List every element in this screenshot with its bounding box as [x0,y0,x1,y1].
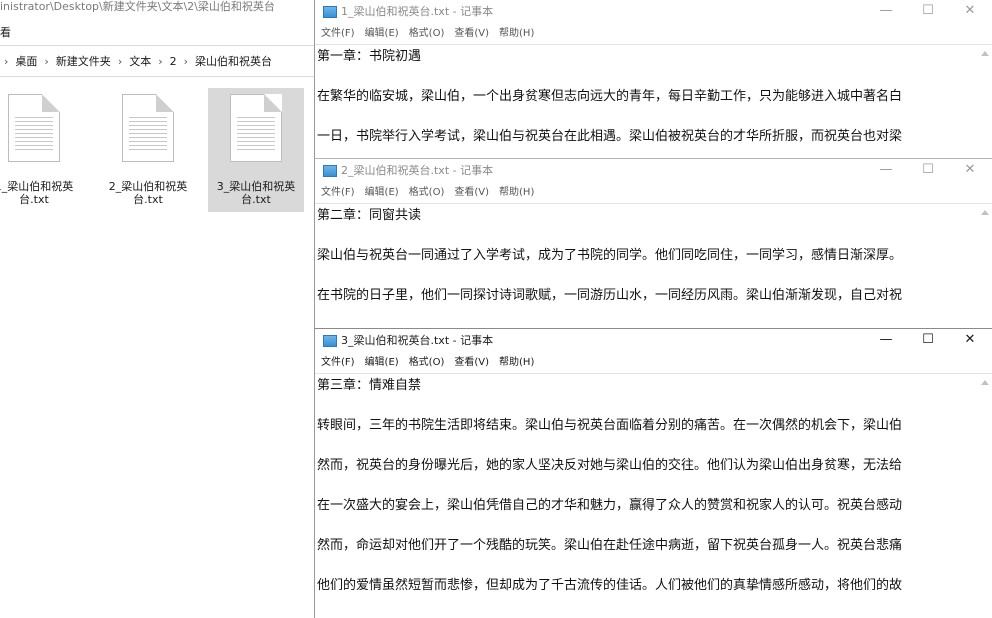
text-line: 第一章：书院初遇 [317,49,422,64]
file-label: 1_梁山伯和祝英 台.txt [0,180,74,206]
text-file-icon [230,94,282,162]
close-button[interactable]: ✕ [949,329,991,353]
text-line: 他们的爱情虽然短暂而悲惨，但却成为了千古流传的佳话。人们被他们的真挚情感所感动，… [317,578,903,593]
menu-format[interactable]: 格式(O) [409,183,445,203]
view-menu[interactable]: 看 [0,24,11,40]
text-line: 在一次盛大的宴会上，梁山伯凭借自己的才华和魅力，赢得了众人的赞赏和祝家人的认可。… [317,498,903,513]
menu-file[interactable]: 文件(F) [321,24,355,44]
text-line: 在繁华的临安城，梁山伯，一个出身贫寒但志向远大的青年，每日辛勤工作，只为能够进入… [317,89,903,104]
minimize-button[interactable]: — [865,0,907,24]
text-line: 梁山伯与祝英台一同通过了入学考试，成为了书院的同学。他们同吃同住，一同学习，感情… [317,248,903,263]
menu-help[interactable]: 帮助(H) [499,353,534,373]
chevron-right-icon: › [117,54,123,68]
breadcrumb: › 桌面 › 新建文件夹 › 文本 › 2 › 梁山伯和祝英台 [0,45,315,77]
menu-edit[interactable]: 编辑(E) [365,353,399,373]
text-area[interactable]: 第三章：情难自禁 转眼间，三年的书院生活即将结束。梁山伯与祝英台面临着分别的痛苦… [315,373,992,617]
window-title: 3_梁山伯和祝英台.txt - 记事本 [341,334,494,347]
file-item-2[interactable]: 2_梁山伯和祝英 台.txt [100,88,196,212]
file-item-1[interactable]: 1_梁山伯和祝英 台.txt [0,88,82,212]
notepad-window-1[interactable]: 1_梁山伯和祝英台.txt - 记事本 — ☐ ✕ 文件(F) 编辑(E) 格式… [314,0,992,158]
menu-bar: 文件(F) 编辑(E) 格式(O) 查看(V) 帮助(H) [315,183,992,203]
text-file-icon [8,94,60,162]
text-line: 一日，书院举行入学考试，梁山伯与祝英台在此相遇。梁山伯被祝英台的才华所折服，而祝… [317,129,903,144]
maximize-button[interactable]: ☐ [907,0,949,24]
notepad-icon [323,165,337,177]
text-line: 第二章：同窗共读 [317,208,422,223]
text-line: 然而，祝英台的身份曝光后，她的家人坚决反对她与梁山伯的交往。他们认为梁山伯出身贫… [317,458,903,473]
close-button[interactable]: ✕ [949,0,991,24]
scroll-up-arrow-icon[interactable] [981,210,989,215]
menu-edit[interactable]: 编辑(E) [365,183,399,203]
menu-file[interactable]: 文件(F) [321,353,355,373]
text-line: 转眼间，三年的书院生活即将结束。梁山伯与祝英台面临着分别的痛苦。在一次偶然的机会… [317,418,903,433]
scroll-up-arrow-icon[interactable] [981,51,989,56]
chevron-right-icon: › [4,54,9,68]
notepad-icon [323,335,337,347]
notepad-window-2[interactable]: 2_梁山伯和祝英台.txt - 记事本 — ☐ ✕ 文件(F) 编辑(E) 格式… [314,158,992,328]
menu-format[interactable]: 格式(O) [409,353,445,373]
chevron-right-icon: › [158,54,163,68]
title-bar[interactable]: 1_梁山伯和祝英台.txt - 记事本 — ☐ ✕ [315,0,992,24]
menu-edit[interactable]: 编辑(E) [365,24,399,44]
breadcrumb-new-folder[interactable]: 新建文件夹 [56,53,111,69]
menu-view[interactable]: 查看(V) [454,24,489,44]
title-bar[interactable]: 3_梁山伯和祝英台.txt - 记事本 — ☐ ✕ [315,329,992,353]
breadcrumb-current-folder[interactable]: 梁山伯和祝英台 [195,53,272,69]
text-line: 然而，命运却对他们开了一个残酷的玩笑。梁山伯在赴任途中病逝，留下祝英台孤身一人。… [317,538,903,553]
notepad-window-3[interactable]: 3_梁山伯和祝英台.txt - 记事本 — ☐ ✕ 文件(F) 编辑(E) 格式… [314,328,992,618]
scroll-up-arrow-icon[interactable] [981,380,989,385]
window-title: 1_梁山伯和祝英台.txt - 记事本 [341,5,494,18]
chevron-right-icon: › [44,54,49,68]
close-button[interactable]: ✕ [949,159,991,183]
breadcrumb-text[interactable]: 文本 [129,53,151,69]
window-title: 2_梁山伯和祝英台.txt - 记事本 [341,164,494,177]
menu-bar: 文件(F) 编辑(E) 格式(O) 查看(V) 帮助(H) [315,24,992,44]
file-label: 3_梁山伯和祝英 台.txt [216,180,296,206]
breadcrumb-2[interactable]: 2 [170,55,177,68]
text-area[interactable]: 第一章：书院初遇 在繁华的临安城，梁山伯，一个出身贫寒但志向远大的青年，每日辛勤… [315,44,992,158]
menu-file[interactable]: 文件(F) [321,183,355,203]
breadcrumb-desktop[interactable]: 桌面 [15,53,37,69]
file-item-3[interactable]: 3_梁山伯和祝英 台.txt [208,88,304,212]
text-area[interactable]: 第二章：同窗共读 梁山伯与祝英台一同通过了入学考试，成为了书院的同学。他们同吃同… [315,203,992,327]
address-path[interactable]: inistrator\Desktop\新建文件夹\文本\2\梁山伯和祝英台 [0,0,315,18]
notepad-icon [323,6,337,18]
title-bar[interactable]: 2_梁山伯和祝英台.txt - 记事本 — ☐ ✕ [315,159,992,183]
menu-view[interactable]: 查看(V) [454,353,489,373]
chevron-right-icon: › [183,54,189,68]
maximize-button[interactable]: ☐ [907,159,949,183]
menu-bar: 文件(F) 编辑(E) 格式(O) 查看(V) 帮助(H) [315,353,992,373]
text-line: 第三章：情难自禁 [317,378,422,393]
menu-help[interactable]: 帮助(H) [499,24,534,44]
maximize-button[interactable]: ☐ [907,329,949,353]
minimize-button[interactable]: — [865,329,907,353]
desktop: inistrator\Desktop\新建文件夹\文本\2\梁山伯和祝英台 看 … [0,0,992,618]
file-explorer-window: inistrator\Desktop\新建文件夹\文本\2\梁山伯和祝英台 看 … [0,0,315,618]
text-file-icon [122,94,174,162]
file-label: 2_梁山伯和祝英 台.txt [108,180,188,206]
text-line: 在书院的日子里，他们一同探讨诗词歌赋，一同游历山水，一同经历风雨。梁山伯渐渐发现… [317,288,903,303]
menu-help[interactable]: 帮助(H) [499,183,534,203]
menu-view[interactable]: 查看(V) [454,183,489,203]
menu-format[interactable]: 格式(O) [409,24,445,44]
minimize-button[interactable]: — [865,159,907,183]
